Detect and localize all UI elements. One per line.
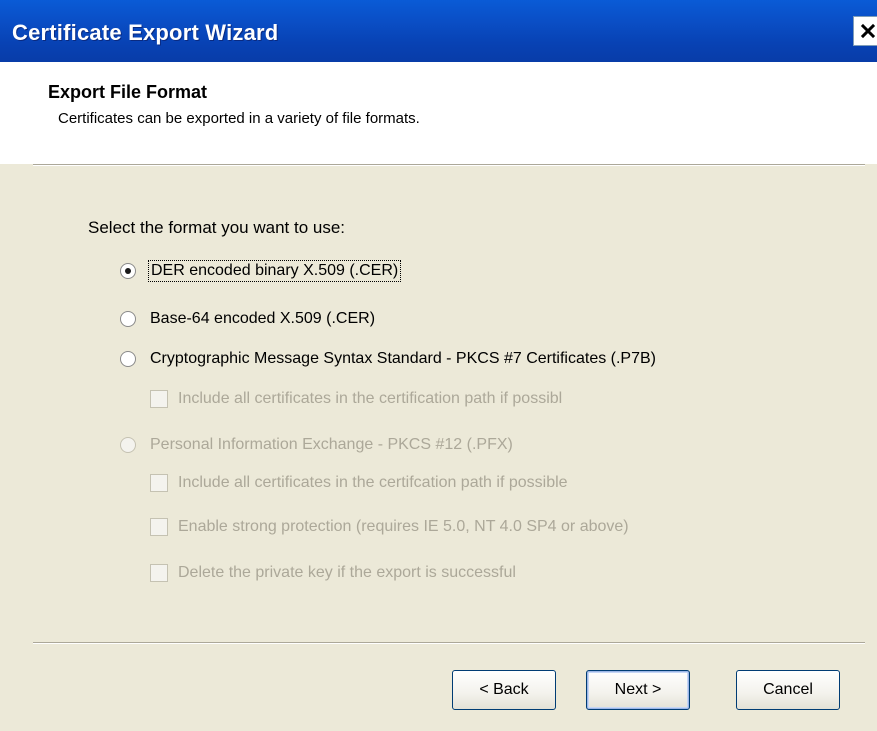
checkbox-option-p7b-include-path[interactable]: Include all certificates in the certific… xyxy=(150,390,562,408)
radio-label-base64: Base-64 encoded X.509 (.CER) xyxy=(150,310,376,327)
checkbox-label-pfx-delete-key: Delete the private key if the export is … xyxy=(178,564,516,581)
next-button[interactable]: Next > xyxy=(586,670,690,710)
checkbox-label-p7b-include-path: Include all certificates in the certific… xyxy=(178,390,563,407)
checkbox-pfx-strong-protection[interactable] xyxy=(150,518,168,536)
page-title: Export File Format xyxy=(48,82,208,102)
checkbox-option-pfx-delete-key[interactable]: Delete the private key if the export is … xyxy=(150,564,516,582)
radio-option-pkcs7[interactable]: Cryptographic Message Syntax Standard - … xyxy=(120,350,656,368)
header-panel: Export File Format Certificates can be e… xyxy=(0,62,877,164)
format-prompt: Select the format you want to use: xyxy=(88,218,346,237)
checkbox-option-pfx-include-path[interactable]: Include all certificates in the certifca… xyxy=(150,474,568,492)
cancel-button[interactable]: Cancel xyxy=(736,670,840,710)
radio-label-pkcs7: Cryptographic Message Syntax Standard - … xyxy=(150,350,656,367)
title-bar[interactable]: Certificate Export Wizard xyxy=(0,0,877,62)
checkbox-label-pfx-include-path: Include all certificates in the certifca… xyxy=(178,474,568,491)
radio-option-der[interactable]: DER encoded binary X.509 (.CER) xyxy=(120,260,402,282)
page-subtitle: Certificates can be exported in a variet… xyxy=(58,110,420,127)
checkbox-pfx-delete-key[interactable] xyxy=(150,564,168,582)
checkbox-p7b-include-path[interactable] xyxy=(150,390,168,408)
radio-button-base64[interactable] xyxy=(120,311,136,327)
checkbox-option-pfx-strong-protection[interactable]: Enable strong protection (requires IE 5.… xyxy=(150,518,629,536)
radio-button-pkcs7[interactable] xyxy=(120,351,136,367)
radio-label-pkcs12: Personal Information Exchange - PKCS #12… xyxy=(150,436,513,453)
close-button[interactable] xyxy=(853,16,877,46)
certificate-export-wizard-window: Certificate Export Wizard Export File Fo… xyxy=(0,0,877,731)
radio-button-der[interactable] xyxy=(120,263,136,279)
radio-selected-dot xyxy=(125,268,131,274)
footer-divider xyxy=(33,642,865,644)
window-title: Certificate Export Wizard xyxy=(12,20,279,45)
radio-option-base64[interactable]: Base-64 encoded X.509 (.CER) xyxy=(120,310,375,328)
checkbox-label-pfx-strong-protection: Enable strong protection (requires IE 5.… xyxy=(178,518,629,535)
radio-button-pkcs12[interactable] xyxy=(120,437,136,453)
radio-option-pkcs12[interactable]: Personal Information Exchange - PKCS #12… xyxy=(120,436,513,454)
close-icon xyxy=(860,23,876,39)
checkbox-pfx-include-path[interactable] xyxy=(150,474,168,492)
back-button[interactable]: < Back xyxy=(452,670,556,710)
radio-label-der: DER encoded binary X.509 (.CER) xyxy=(147,260,402,282)
header-divider xyxy=(33,164,865,166)
